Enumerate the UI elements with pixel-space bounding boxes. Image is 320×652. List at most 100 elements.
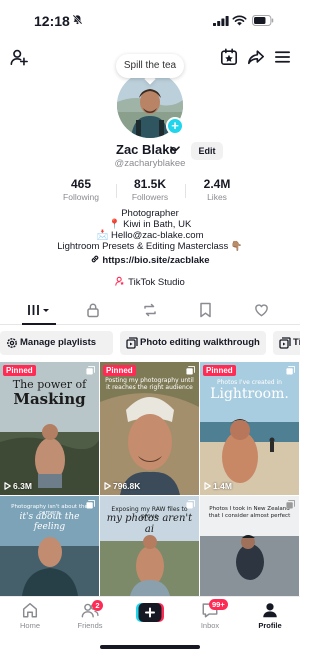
- play-icon: [4, 482, 11, 490]
- active-tab-indicator: [22, 323, 56, 325]
- video-tile[interactable]: Exposing my RAW files to prove my photos…: [100, 496, 199, 596]
- playlist-chips: Manage playlists Photo editing walkthrou…: [0, 331, 300, 355]
- profile-bio: Photographer 📍 Kiwi in Bath, UK 📩 Hello@…: [0, 208, 300, 252]
- stat-label: Followers: [131, 192, 169, 202]
- video-caption: Masking: [13, 390, 86, 408]
- video-caption: it's about the feeling: [19, 512, 80, 532]
- manage-playlists-button[interactable]: Manage playlists: [0, 331, 113, 355]
- note-tooltip[interactable]: Spill the tea: [116, 54, 184, 78]
- pinned-badge: Pinned: [203, 365, 236, 376]
- status-bar: 12:18: [0, 0, 300, 40]
- battery-icon: [252, 15, 274, 26]
- nav-label: Inbox: [200, 621, 220, 630]
- chip-label: Manage playlists: [20, 337, 97, 348]
- add-story-icon[interactable]: +: [166, 117, 184, 135]
- tab-liked-heart-icon[interactable]: [254, 302, 269, 318]
- chip-label: Photo editing walkthrough: [140, 337, 260, 348]
- bio-line: Lightroom Presets & Editing Masterclass …: [57, 241, 243, 252]
- video-tile[interactable]: The power of Masking Pinned 6.3M: [0, 362, 99, 495]
- playlist-chip[interactable]: Photo editing walkthrough: [120, 331, 266, 355]
- bio-link-text: https://bio.site/zacblake: [102, 255, 210, 266]
- bio-line: 📩 Hello@zac-blake.com: [96, 230, 204, 241]
- profile-icon: [263, 603, 277, 618]
- pinned-badge: Pinned: [103, 365, 136, 376]
- stat-value: 2.4M: [203, 177, 231, 191]
- multi-photo-icon: [86, 500, 95, 509]
- multi-photo-icon: [86, 366, 95, 375]
- content-tabs: [0, 297, 300, 325]
- tiktok-studio-link[interactable]: TikTok Studio: [0, 276, 300, 288]
- pinned-badge: Pinned: [3, 365, 36, 376]
- profile-name[interactable]: Zac Blake: [116, 142, 177, 157]
- view-count: 1.4M: [204, 481, 232, 491]
- home-indicator: [100, 645, 200, 649]
- nav-home[interactable]: Home: [5, 601, 55, 630]
- chevron-down-icon[interactable]: [170, 146, 180, 153]
- share-icon[interactable]: [247, 48, 265, 66]
- multi-photo-icon: [286, 500, 295, 509]
- view-count: 796.8K: [104, 481, 140, 491]
- tab-private-lock-icon[interactable]: [86, 302, 100, 318]
- wifi-icon: [232, 15, 247, 26]
- chip-label: Ti: [293, 337, 300, 348]
- video-tile[interactable]: Photos I took in New Zealand that I cons…: [200, 496, 299, 596]
- inbox-badge: 99+: [209, 599, 228, 610]
- link-icon: [92, 255, 99, 263]
- video-tile[interactable]: Posting my photography until it reaches …: [100, 362, 199, 495]
- video-grid: The power of Masking Pinned 6.3M Posting…: [0, 362, 300, 596]
- nav-profile[interactable]: Profile: [245, 601, 295, 630]
- stat-value: 81.5K: [133, 177, 167, 191]
- play-icon: [104, 482, 111, 490]
- bio-line: 📍 Kiwi in Bath, UK: [108, 219, 192, 230]
- nav-label: Friends: [77, 621, 103, 630]
- view-count-value: 796.8K: [113, 481, 141, 491]
- nav-inbox[interactable]: Inbox 99+: [185, 599, 235, 630]
- video-caption: Lightroom.: [210, 386, 289, 402]
- multi-photo-icon: [186, 366, 195, 375]
- profile-stats: 465 Following 81.5K Followers 2.4M Likes: [0, 177, 300, 207]
- stat-followers[interactable]: 81.5K Followers: [115, 177, 185, 202]
- bell-muted-icon: [72, 14, 83, 25]
- studio-label: TikTok Studio: [128, 277, 185, 288]
- bio-line: Photographer: [121, 208, 179, 219]
- tab-videos-grid-icon[interactable]: [27, 302, 51, 318]
- calendar-star-icon[interactable]: [220, 48, 238, 66]
- stat-likes[interactable]: 2.4M Likes: [182, 177, 252, 202]
- nav-label: Home: [19, 621, 40, 630]
- create-plus-button[interactable]: [136, 603, 164, 622]
- stat-following[interactable]: 465 Following: [46, 177, 116, 202]
- multi-photo-icon: [286, 366, 295, 375]
- playlist-chip[interactable]: Ti: [273, 331, 300, 355]
- profile-handle: @zacharyblakee: [114, 158, 186, 169]
- gear-icon: [7, 338, 17, 348]
- view-count-value: 1.4M: [213, 481, 232, 491]
- nav-friends[interactable]: Friends 2: [65, 600, 115, 630]
- video-caption: Posting my photography until it reaches …: [105, 377, 194, 391]
- playlist-icon: [126, 337, 138, 349]
- status-time: 12:18: [34, 13, 70, 29]
- tab-reposts-icon[interactable]: [142, 302, 158, 318]
- add-friend-icon[interactable]: [10, 48, 28, 66]
- stat-label: Following: [63, 192, 99, 202]
- studio-icon: [115, 276, 125, 286]
- play-icon: [204, 482, 211, 490]
- friends-badge: 2: [92, 600, 103, 611]
- home-icon: [22, 602, 38, 618]
- video-caption: Photos I've created in: [217, 379, 282, 386]
- multi-photo-icon: [186, 500, 195, 509]
- video-tile[interactable]: Photos I've created in Lightroom. Pinned…: [200, 362, 299, 495]
- bio-link[interactable]: https://bio.site/zacblake: [0, 254, 300, 266]
- signal-icon: [213, 16, 229, 26]
- video-tile[interactable]: Photography isn't about the camera it's …: [0, 496, 99, 596]
- nav-label: Profile: [258, 621, 282, 630]
- view-count-value: 6.3M: [13, 481, 32, 491]
- video-caption: my photos aren't ai: [106, 513, 193, 535]
- stat-label: Likes: [207, 192, 227, 202]
- menu-icon[interactable]: [274, 48, 291, 66]
- video-caption: Photos I took in New Zealand that I cons…: [208, 506, 291, 519]
- tab-favorites-bookmark-icon[interactable]: [199, 302, 212, 318]
- playlist-icon: [279, 337, 291, 349]
- stat-value: 465: [70, 177, 92, 191]
- bottom-nav: Home Friends 2 Inbox 99+ Profile: [0, 596, 300, 652]
- view-count: 6.3M: [4, 481, 32, 491]
